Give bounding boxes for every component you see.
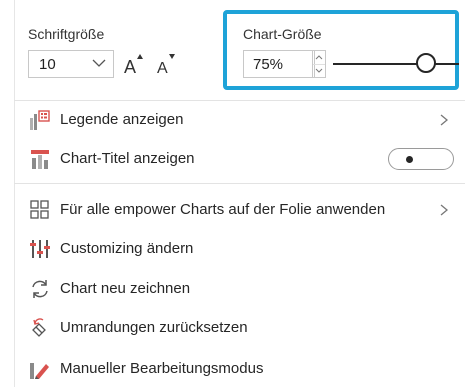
customizing-icon — [30, 240, 50, 258]
menu-item-show-legend[interactable]: Legende anzeigen — [14, 102, 465, 138]
chevron-down-icon — [92, 59, 106, 67]
font-decrease-icon[interactable]: A — [155, 53, 177, 75]
menu-item-redraw-chart[interactable]: Chart neu zeichnen — [14, 271, 465, 307]
toggle-knob — [406, 156, 413, 163]
font-increase-icon[interactable]: A — [124, 53, 144, 75]
chart-size-slider-track[interactable] — [333, 63, 459, 65]
menu-label-apply-all-charts: Für alle empower Charts auf der Folie an… — [60, 201, 386, 218]
menu-item-apply-all-charts[interactable]: Für alle empower Charts auf der Folie an… — [14, 192, 465, 228]
menu-label-manual-edit-mode: Manueller Bearbeitungsmodus — [60, 360, 264, 377]
chart-title-icon — [31, 150, 49, 169]
chart-size-spinner[interactable] — [312, 50, 326, 78]
manual-edit-icon — [30, 363, 49, 379]
chart-size-slider-thumb[interactable] — [415, 53, 436, 73]
font-size-select[interactable]: 10 — [28, 50, 114, 78]
menu-label-reset-borders: Umrandungen zurücksetzen — [60, 319, 248, 336]
spin-down-icon[interactable] — [313, 64, 325, 77]
chevron-right-icon — [440, 204, 449, 216]
chart-title-toggle[interactable] — [388, 148, 454, 170]
svg-text:A: A — [124, 57, 136, 75]
font-size-label: Schriftgröße — [28, 26, 105, 42]
spin-up-icon[interactable] — [313, 51, 325, 65]
menu-label-show-chart-title: Chart-Titel anzeigen — [60, 150, 195, 167]
chevron-right-icon — [440, 114, 449, 126]
legend-icon — [30, 110, 50, 130]
divider — [14, 100, 465, 101]
chart-size-input[interactable]: 75% — [243, 50, 315, 78]
chart-size-value: 75% — [253, 56, 284, 73]
font-size-value: 10 — [39, 56, 56, 73]
menu-item-reset-borders[interactable]: Umrandungen zurücksetzen — [14, 310, 465, 346]
menu-item-manual-edit-mode[interactable]: Manueller Bearbeitungsmodus — [14, 351, 465, 387]
menu-label-show-legend: Legende anzeigen — [60, 111, 184, 128]
divider — [14, 183, 465, 184]
menu-label-redraw-chart: Chart neu zeichnen — [60, 280, 191, 297]
redraw-icon — [32, 280, 48, 298]
chart-size-label: Chart-Größe — [243, 26, 322, 42]
menu-item-customizing[interactable]: Customizing ändern — [14, 231, 465, 267]
apply-all-charts-icon — [30, 200, 49, 219]
menu-label-customizing: Customizing ändern — [60, 240, 194, 257]
reset-borders-icon — [32, 318, 46, 337]
svg-text:A: A — [157, 60, 168, 75]
